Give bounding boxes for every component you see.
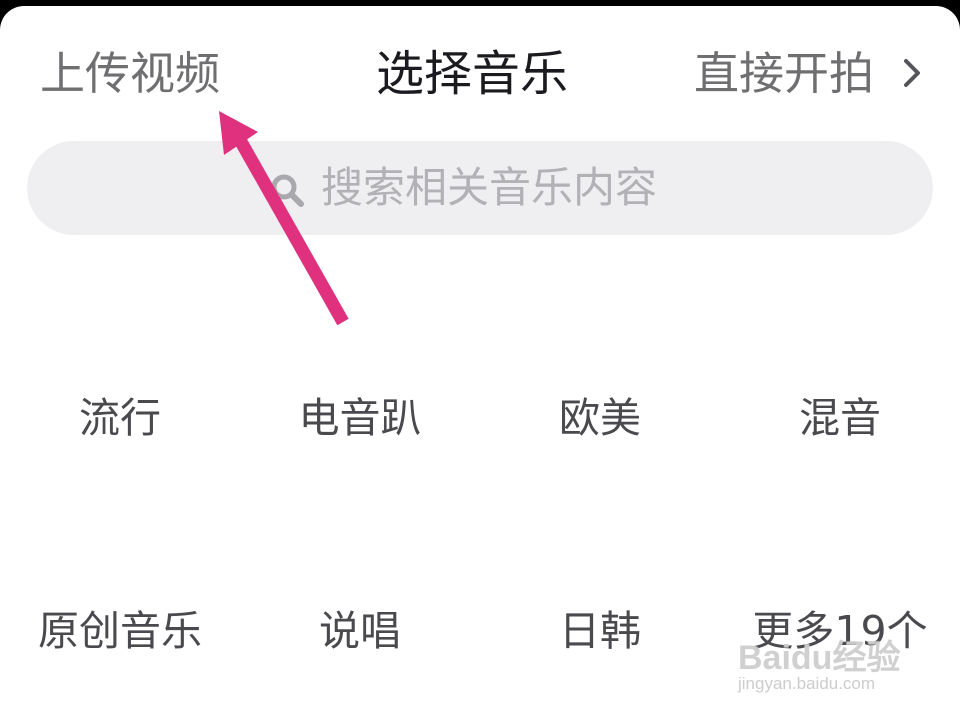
search-placeholder: 搜索相关音乐内容: [321, 163, 658, 212]
category-remix[interactable]: 混音: [720, 388, 960, 448]
category-pop[interactable]: 流行: [0, 388, 240, 448]
category-western[interactable]: 欧美: [480, 388, 720, 448]
search-icon: [271, 174, 304, 207]
upload-video-button[interactable]: 上传视频: [40, 42, 220, 106]
page-title: 选择音乐: [376, 46, 569, 102]
category-original[interactable]: 原创音乐: [0, 601, 240, 661]
music-picker-sheet: 上传视频 选择音乐 直接开拍 搜索相关音乐内容 流行 电音趴 欧美 混音 原创音…: [0, 6, 960, 718]
category-more[interactable]: 更多19个: [720, 601, 960, 661]
chevron-right-icon[interactable]: [902, 58, 922, 88]
search-input[interactable]: 搜索相关音乐内容: [27, 141, 933, 235]
category-rap[interactable]: 说唱: [240, 601, 480, 661]
shoot-directly-button[interactable]: 直接开拍: [694, 42, 874, 106]
category-jp-kr[interactable]: 日韩: [480, 601, 720, 661]
category-edm[interactable]: 电音趴: [240, 388, 480, 448]
